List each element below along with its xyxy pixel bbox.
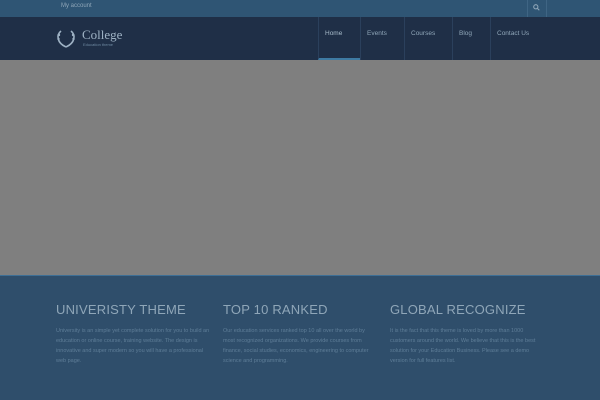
top-bar: My account (0, 0, 600, 17)
my-account-link[interactable]: My account (61, 3, 92, 9)
feature-text: University is an simple yet complete sol… (56, 328, 210, 364)
feature-top-10-ranked: TOP 10 RANKED Our education services ran… (223, 302, 378, 366)
hero-slider (0, 60, 600, 276)
feature-title: TOP 10 RANKED (223, 302, 328, 317)
feature-university-theme: UNIVERISTY THEME University is an simple… (56, 302, 211, 366)
main-nav: Home Events Courses Blog Contact Us (0, 17, 600, 60)
nav-item-events[interactable]: Events (360, 17, 404, 60)
nav-item-contact-us[interactable]: Contact Us (490, 17, 546, 60)
search-button[interactable] (527, 0, 547, 17)
feature-title: GLOBAL RECOGNIZE (390, 302, 526, 317)
nav-item-home[interactable]: Home (318, 17, 360, 60)
feature-title: UNIVERISTY THEME (56, 302, 186, 317)
nav-item-label: Blog (459, 30, 473, 37)
features-section: UNIVERISTY THEME University is an simple… (0, 276, 600, 400)
feature-text: Our education services ranked top 10 all… (223, 328, 369, 364)
site-header: College Education theme Home Events Cour… (0, 17, 600, 60)
feature-text: It is the fact that this theme is loved … (390, 328, 536, 364)
nav-item-label: Contact Us (497, 30, 530, 37)
nav-item-blog[interactable]: Blog (452, 17, 490, 60)
nav-item-courses[interactable]: Courses (404, 17, 452, 60)
nav-item-label: Home (325, 30, 343, 37)
feature-global-recognize: GLOBAL RECOGNIZE It is the fact that thi… (390, 302, 545, 366)
nav-item-label: Courses (411, 30, 436, 37)
nav-item-label: Events (367, 30, 387, 37)
search-icon (533, 4, 540, 11)
